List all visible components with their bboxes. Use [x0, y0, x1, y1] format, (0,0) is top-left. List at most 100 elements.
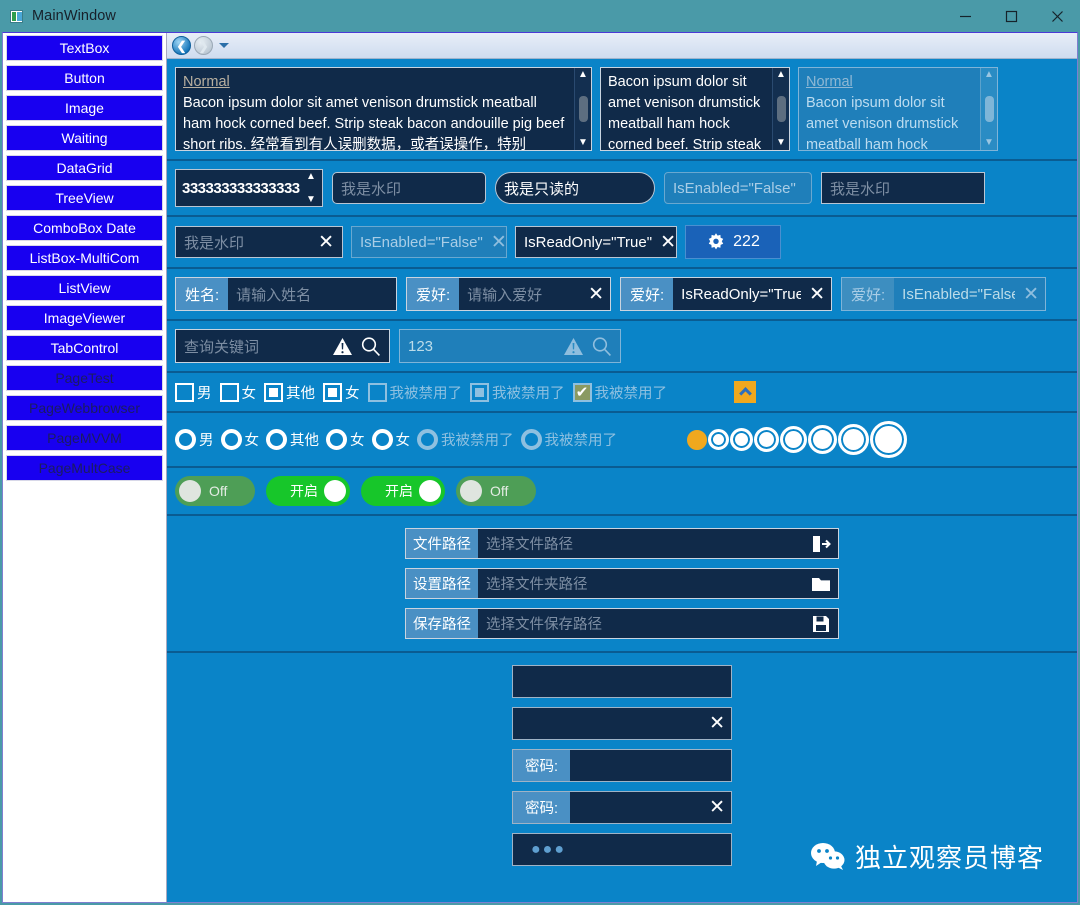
close-icon[interactable]: ✕ — [652, 233, 676, 252]
radio-scale-dot-2[interactable] — [708, 429, 729, 450]
checkbox-1[interactable]: 男 — [175, 382, 212, 403]
radio-scale-dot-7[interactable] — [838, 424, 869, 455]
radio-scale-dot-1[interactable] — [687, 429, 707, 450]
toggle-switch-2[interactable]: 开启 — [266, 476, 350, 506]
path-picker-3[interactable]: 保存路径 选择文件保存路径 — [405, 608, 839, 639]
scrollbar[interactable]: ▲ ▼ — [980, 68, 997, 150]
checkbox-4[interactable]: 女 — [323, 382, 360, 403]
toggle-switch-1[interactable]: Off — [175, 476, 255, 506]
radio-circle[interactable] — [371, 429, 393, 450]
scrollbar-thumb[interactable] — [776, 96, 786, 122]
radio-scale-dot-4[interactable] — [754, 427, 779, 452]
radio-scale-dot-3[interactable] — [730, 428, 753, 451]
labeled-field-2[interactable]: 爱好: 请输入爱好 ✕ — [406, 277, 611, 311]
checkbox-2[interactable]: 女 — [219, 382, 256, 403]
scroll-up-arrow-icon[interactable]: ▲ — [984, 70, 994, 80]
sidebar-item-listview[interactable]: ListView — [6, 275, 163, 301]
password-field-4[interactable]: 密码: ✕ — [512, 791, 732, 824]
checkbox-box[interactable] — [264, 382, 283, 402]
readonly-input[interactable]: 我是只读的 — [495, 172, 655, 204]
sidebar-item-image[interactable]: Image — [6, 95, 163, 121]
radio-2[interactable]: 女 — [220, 429, 259, 450]
numeric-spinner[interactable]: ▲ ▼ — [300, 170, 322, 206]
radio-scale-dot-5[interactable] — [780, 426, 807, 453]
password-field-3[interactable]: 密码: — [512, 749, 732, 782]
sidebar-item-datagrid[interactable]: DataGrid — [6, 155, 163, 181]
scrollbar-thumb[interactable] — [984, 96, 994, 122]
spinner-down-icon[interactable]: ▼ — [306, 195, 316, 205]
radio-circle[interactable] — [326, 429, 347, 450]
radio-circle[interactable] — [175, 429, 196, 450]
close-icon[interactable]: ✕ — [801, 278, 831, 310]
clearable-input-readonly[interactable]: IsReadOnly="True" ✕ — [515, 226, 677, 258]
toggle-knob[interactable] — [419, 480, 441, 502]
scrollbar[interactable]: ▲ ▼ — [772, 68, 789, 150]
password-field-5[interactable]: ●●● — [512, 833, 732, 866]
scroll-up-arrow-icon[interactable]: ▲ — [578, 70, 588, 80]
open-file-icon[interactable] — [804, 529, 838, 558]
scroll-down-arrow-icon[interactable]: ▼ — [984, 138, 994, 148]
scrollbar[interactable]: ▲ ▼ — [574, 68, 591, 150]
search-field-1[interactable]: 查询关键词 — [175, 329, 390, 363]
gear-button[interactable]: 222 — [685, 225, 781, 259]
toggle-knob[interactable] — [460, 480, 482, 502]
forward-arrow-icon[interactable]: ❯ — [194, 36, 213, 55]
spinner-up-icon[interactable]: ▲ — [306, 172, 316, 182]
password-field-input[interactable]: ●●● — [513, 841, 725, 859]
sidebar-item-textbox[interactable]: TextBox — [6, 35, 163, 61]
multiline-textbox-3[interactable]: Normal Bacon ipsum dolor sit amet venison… — [798, 67, 998, 151]
chevron-up-icon[interactable] — [734, 381, 756, 403]
multiline-textbox-1[interactable]: Normal Bacon ipsum dolor sit amet venison… — [175, 67, 592, 151]
checkbox-3[interactable]: 其他 — [264, 382, 315, 403]
radio-scale-dot-6[interactable] — [808, 425, 837, 454]
scrollbar-thumb[interactable] — [578, 96, 588, 122]
sidebar-item-imageviewer[interactable]: ImageViewer — [6, 305, 163, 331]
close-button[interactable] — [1034, 0, 1080, 32]
multiline-textbox-2[interactable]: Bacon ipsum dolor sit amet venison drums… — [600, 67, 790, 151]
toggle-switch-4[interactable]: Off — [456, 476, 536, 506]
radio-1[interactable]: 男 — [175, 429, 214, 450]
sidebar-item-button[interactable]: Button — [6, 65, 163, 91]
toggle-switch-3[interactable]: 开启 — [361, 476, 445, 506]
password-field-2[interactable]: ✕ — [512, 707, 732, 740]
path-picker-1[interactable]: 文件路径 选择文件路径 — [405, 528, 839, 559]
sidebar-item-listbox-multicom[interactable]: ListBox-MultiCom — [6, 245, 163, 271]
chevron-down-icon[interactable] — [219, 43, 229, 48]
checkbox-box[interactable] — [175, 382, 194, 402]
labeled-field-3[interactable]: 爱好: IsReadOnly="True" ✕ — [620, 277, 832, 311]
path-picker-2[interactable]: 设置路径 选择文件夹路径 — [405, 568, 839, 599]
watermark-input-2[interactable]: 我是水印 — [821, 172, 985, 204]
numeric-updown-input[interactable]: 333333333333333 ▲ ▼ — [175, 169, 323, 207]
radio-circle[interactable] — [266, 429, 287, 450]
sidebar-item-treeview[interactable]: TreeView — [6, 185, 163, 211]
close-icon[interactable]: ✕ — [701, 798, 725, 817]
clearable-input-watermark[interactable]: 我是水印 ✕ — [175, 226, 343, 258]
checkbox-box[interactable] — [219, 382, 239, 402]
radio-circle[interactable] — [220, 429, 242, 450]
close-icon[interactable]: ✕ — [701, 714, 725, 733]
checkbox-box[interactable] — [323, 382, 342, 402]
sidebar-item-waiting[interactable]: Waiting — [6, 125, 163, 151]
close-icon[interactable]: ✕ — [580, 278, 610, 310]
folder-icon[interactable] — [804, 569, 838, 598]
scroll-down-arrow-icon[interactable]: ▼ — [776, 138, 786, 148]
sidebar-item-tabcontrol[interactable]: TabControl — [6, 335, 163, 361]
radio-scale-dot-8[interactable] — [870, 421, 907, 458]
save-disk-icon[interactable] — [804, 609, 838, 638]
toggle-knob[interactable] — [179, 480, 201, 502]
scroll-up-arrow-icon[interactable]: ▲ — [776, 70, 786, 80]
minimize-button[interactable] — [942, 0, 988, 32]
password-field-1[interactable] — [512, 665, 732, 698]
labeled-field-1[interactable]: 姓名: 请输入姓名 — [175, 277, 397, 311]
radio-5[interactable]: 女 — [371, 429, 410, 450]
scroll-down-arrow-icon[interactable]: ▼ — [578, 138, 588, 148]
maximize-button[interactable] — [988, 0, 1034, 32]
watermark-input-1[interactable]: 我是水印 — [332, 172, 486, 204]
close-icon[interactable]: ✕ — [483, 233, 507, 252]
close-icon[interactable]: ✕ — [310, 233, 334, 252]
toggle-knob[interactable] — [324, 480, 346, 502]
sidebar-item-combobox-date[interactable]: ComboBox Date — [6, 215, 163, 241]
radio-4[interactable]: 女 — [326, 429, 365, 450]
radio-3[interactable]: 其他 — [266, 429, 319, 450]
back-arrow-icon[interactable]: ❮ — [172, 36, 191, 55]
